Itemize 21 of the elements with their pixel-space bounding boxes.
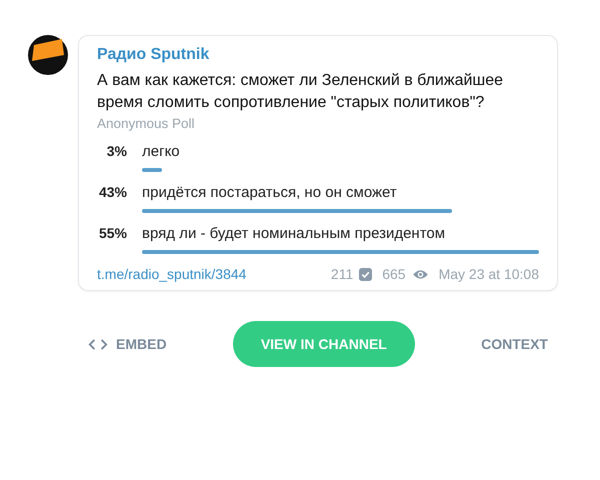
option-percent: 43% xyxy=(98,184,127,200)
option-percent: 3% xyxy=(106,143,127,159)
checkbox-icon xyxy=(359,268,372,280)
eye-icon xyxy=(412,268,429,280)
channel-avatar-icon xyxy=(28,35,68,75)
embed-button[interactable]: EMBED xyxy=(88,332,167,356)
option-percent: 55% xyxy=(98,225,127,241)
post-date: May 23 at 10:08 xyxy=(438,266,539,282)
option-text: придётся постараться, но он сможет xyxy=(142,184,397,201)
code-icon xyxy=(88,338,108,350)
poll-question: А вам как кажется: сможет ли Зеленский в ближайшее время сломить сопротивление "старых политиков"? xyxy=(97,71,504,113)
channel-name[interactable]: Радио Sputnik xyxy=(97,46,539,64)
vote-count: 211 xyxy=(330,266,354,282)
option-text: вряд ли - будет номинальным президентом xyxy=(142,225,446,242)
context-button[interactable]: CONTEXT xyxy=(481,332,548,356)
view-count: 665 xyxy=(382,266,406,282)
view-in-channel-button[interactable]: VIEW IN CHANNEL xyxy=(232,321,415,367)
option-text: легко xyxy=(142,143,180,160)
post-link[interactable]: t.me/radio_sputnik/3844 xyxy=(97,266,246,282)
result-bar xyxy=(142,168,162,172)
poll-type: Anonymous Poll xyxy=(97,116,196,131)
